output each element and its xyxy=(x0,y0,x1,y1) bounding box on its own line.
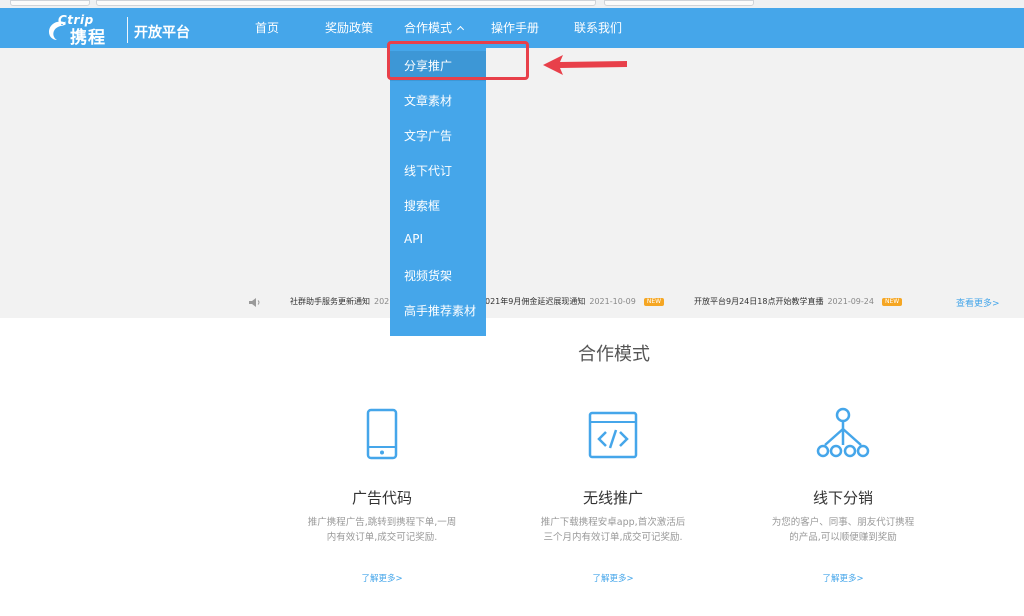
network-tree-icon xyxy=(816,407,870,458)
menu-item-expert-material[interactable]: 高手推荐素材 xyxy=(404,302,476,319)
view-more-link[interactable]: 查看更多> xyxy=(956,296,1000,309)
cooperation-dropdown-menu: 分享推广 文章素材 文字广告 线下代订 搜索框 API 视频货架 高手推荐素材 xyxy=(390,48,486,336)
section-title: 合作模式 xyxy=(578,344,650,365)
menu-item-video-shelf[interactable]: 视频货架 xyxy=(404,267,452,284)
feature-title: 无线推广 xyxy=(582,489,643,507)
banner-area xyxy=(0,48,1024,318)
menu-item-article-material[interactable]: 文章素材 xyxy=(404,92,452,109)
ticker-text: 021年9月佣金延迟展现通知 xyxy=(485,297,586,306)
logo-brand-name: 携程 xyxy=(70,28,106,48)
code-window-icon xyxy=(588,411,638,459)
learn-more-link[interactable]: 了解更多> xyxy=(763,572,923,584)
learn-more-link[interactable]: 了解更多> xyxy=(533,572,693,584)
ticker-item[interactable]: 开放平台9月24日18点开始教学直播 2021-09-24 NEW xyxy=(694,296,903,307)
chevron-up-icon xyxy=(456,25,465,34)
logo-platform-name: 开放平台 xyxy=(134,25,190,41)
ctrip-logo[interactable]: Ctrip 携程 开放平台 xyxy=(46,13,196,48)
browser-tab[interactable] xyxy=(10,0,90,6)
annotation-arrow-icon xyxy=(543,55,627,75)
menu-item-api[interactable]: API xyxy=(404,232,423,246)
ticker-item[interactable]: 社群助手服务更新通知 202 xyxy=(290,296,389,307)
ticker-date: 2021-10-09 xyxy=(589,297,636,306)
feature-card-ad-code: 广告代码 推广携程广告,跳转到携程下单,一周内有效订单,成交可记奖励. 了解更多… xyxy=(302,405,462,584)
ticker-text: 社群助手服务更新通知 xyxy=(290,297,370,306)
browser-address-bar[interactable] xyxy=(96,0,596,6)
feature-title: 广告代码 xyxy=(351,489,412,507)
menu-item-offline-booking[interactable]: 线下代订 xyxy=(404,162,452,179)
ticker-date: 2021-09-24 xyxy=(827,297,874,306)
new-badge: NEW xyxy=(881,297,903,306)
menu-item-text-ad[interactable]: 文字广告 xyxy=(404,127,452,144)
announcement-ticker: 社群助手服务更新通知 202 021年9月佣金延迟展现通知 2021-10-09 NE… xyxy=(0,292,1024,312)
ticker-date: 202 xyxy=(374,297,390,306)
learn-more-link[interactable]: 了解更多> xyxy=(302,572,462,584)
tablet-icon xyxy=(366,408,398,460)
nav-rewards[interactable]: 奖励政策 xyxy=(325,8,373,48)
feature-card-wireless: 无线推广 推广下载携程安卓app,首次激活后三个月内有效订单,成交可记奖励. 了… xyxy=(533,405,693,584)
annotation-highlight-box xyxy=(387,41,529,80)
ticker-item[interactable]: 021年9月佣金延迟展现通知 2021-10-09 NEW xyxy=(485,296,665,307)
new-badge: NEW xyxy=(643,297,665,306)
ticker-text: 开放平台9月24日18点开始教学直播 xyxy=(694,297,824,306)
feature-title: 线下分销 xyxy=(812,489,873,507)
menu-item-search-box[interactable]: 搜索框 xyxy=(404,197,440,214)
browser-search-bar[interactable] xyxy=(604,0,754,6)
feature-description: 推广携程广告,跳转到携程下单,一周内有效订单,成交可记奖励. xyxy=(307,517,457,543)
nav-contact[interactable]: 联系我们 xyxy=(574,8,622,48)
feature-description: 推广下载携程安卓app,首次激活后三个月内有效订单,成交可记奖励. xyxy=(540,517,686,543)
feature-description: 为您的客户、同事、朋友代订携程的产品,可以顺便赚到奖励 xyxy=(771,517,915,543)
nav-cooperation-label: 合作模式 xyxy=(404,21,453,35)
nav-home[interactable]: 首页 xyxy=(255,8,279,48)
speaker-icon xyxy=(249,298,260,307)
feature-card-offline: 线下分销 为您的客户、同事、朋友代订携程的产品,可以顺便赚到奖励 了解更多> xyxy=(763,405,923,584)
logo-divider xyxy=(127,17,128,43)
browser-tab-strip xyxy=(0,0,1024,8)
